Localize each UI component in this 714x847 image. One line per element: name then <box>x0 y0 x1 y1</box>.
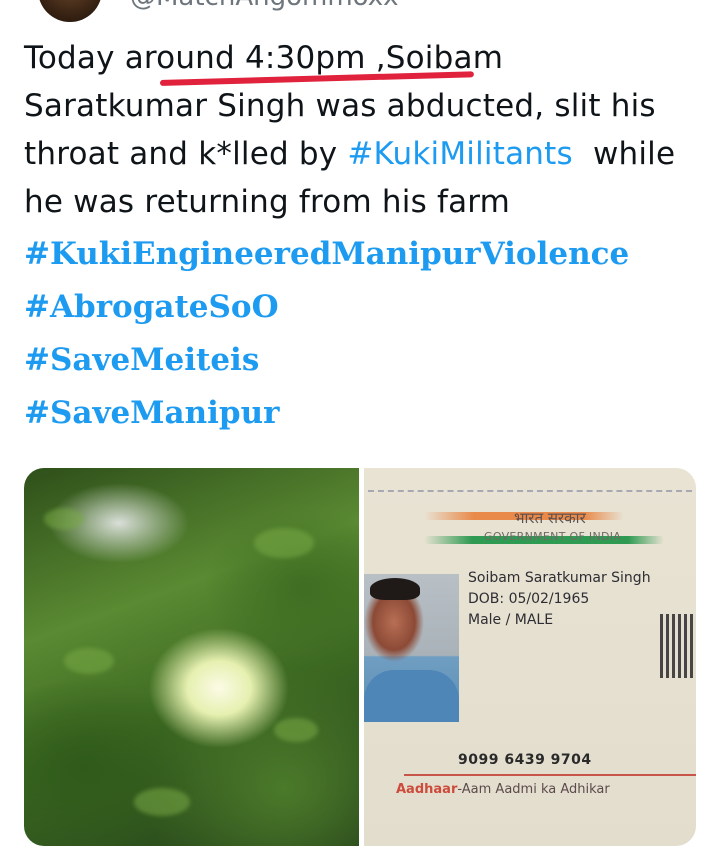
hashtag-link[interactable]: #KukiMilitants <box>347 136 572 172</box>
card-divider <box>404 774 696 776</box>
author-handle[interactable]: @MatchAngommoxx <box>130 0 399 12</box>
hashtag-link[interactable]: #KukiEngineeredManipurViolence <box>24 228 629 281</box>
card-gov-hindi: भारत सरकार <box>514 509 586 527</box>
aadhaar-tagline: -Aam Aadmi ka Adhikar <box>457 782 610 797</box>
hashtag-link[interactable]: #AbrogateSoO <box>24 281 629 334</box>
card-name: Soibam Saratkumar Singh <box>468 570 651 586</box>
avatar[interactable] <box>38 0 102 22</box>
tweet-line: he was returning from his farm <box>24 184 511 220</box>
qr-code-icon <box>660 614 696 678</box>
card-dob: DOB: 05/02/1965 <box>468 591 590 607</box>
tweet-line-text: while <box>572 136 676 172</box>
tweet-line-text: throat and k*lled by <box>24 136 348 172</box>
hashtag-link[interactable]: #SaveMeiteis <box>24 334 629 387</box>
card-sex: Male / MALE <box>468 612 554 628</box>
media-grid: भारत सरकार GOVERNMENT OF INDIA Soibam Sa… <box>24 468 696 846</box>
hashtag-link[interactable]: #SaveManipur <box>24 387 629 440</box>
card-portrait <box>364 574 459 722</box>
hashtag-list: #KukiEngineeredManipurViolence #Abrogate… <box>24 228 629 440</box>
card-border <box>368 490 692 492</box>
card-aadhaar-tagline: Aadhaar-Aam Aadmi ka Adhikar <box>396 782 610 797</box>
card-number: 9099 6439 9704 <box>458 752 592 768</box>
photo-id-card[interactable]: भारत सरकार GOVERNMENT OF INDIA Soibam Sa… <box>364 468 696 846</box>
aadhaar-brand: Aadhaar <box>396 782 458 797</box>
tweet-text: Today around 4:30pm ,Soibam Saratkumar S… <box>24 34 704 226</box>
card-gov-english: GOVERNMENT OF INDIA <box>484 530 622 543</box>
tweet-line: Saratkumar Singh was abducted, slit his <box>24 88 656 124</box>
photo-vegetation[interactable] <box>24 468 359 846</box>
tweet-line: throat and k*lled by #KukiMilitants whil… <box>24 130 704 178</box>
